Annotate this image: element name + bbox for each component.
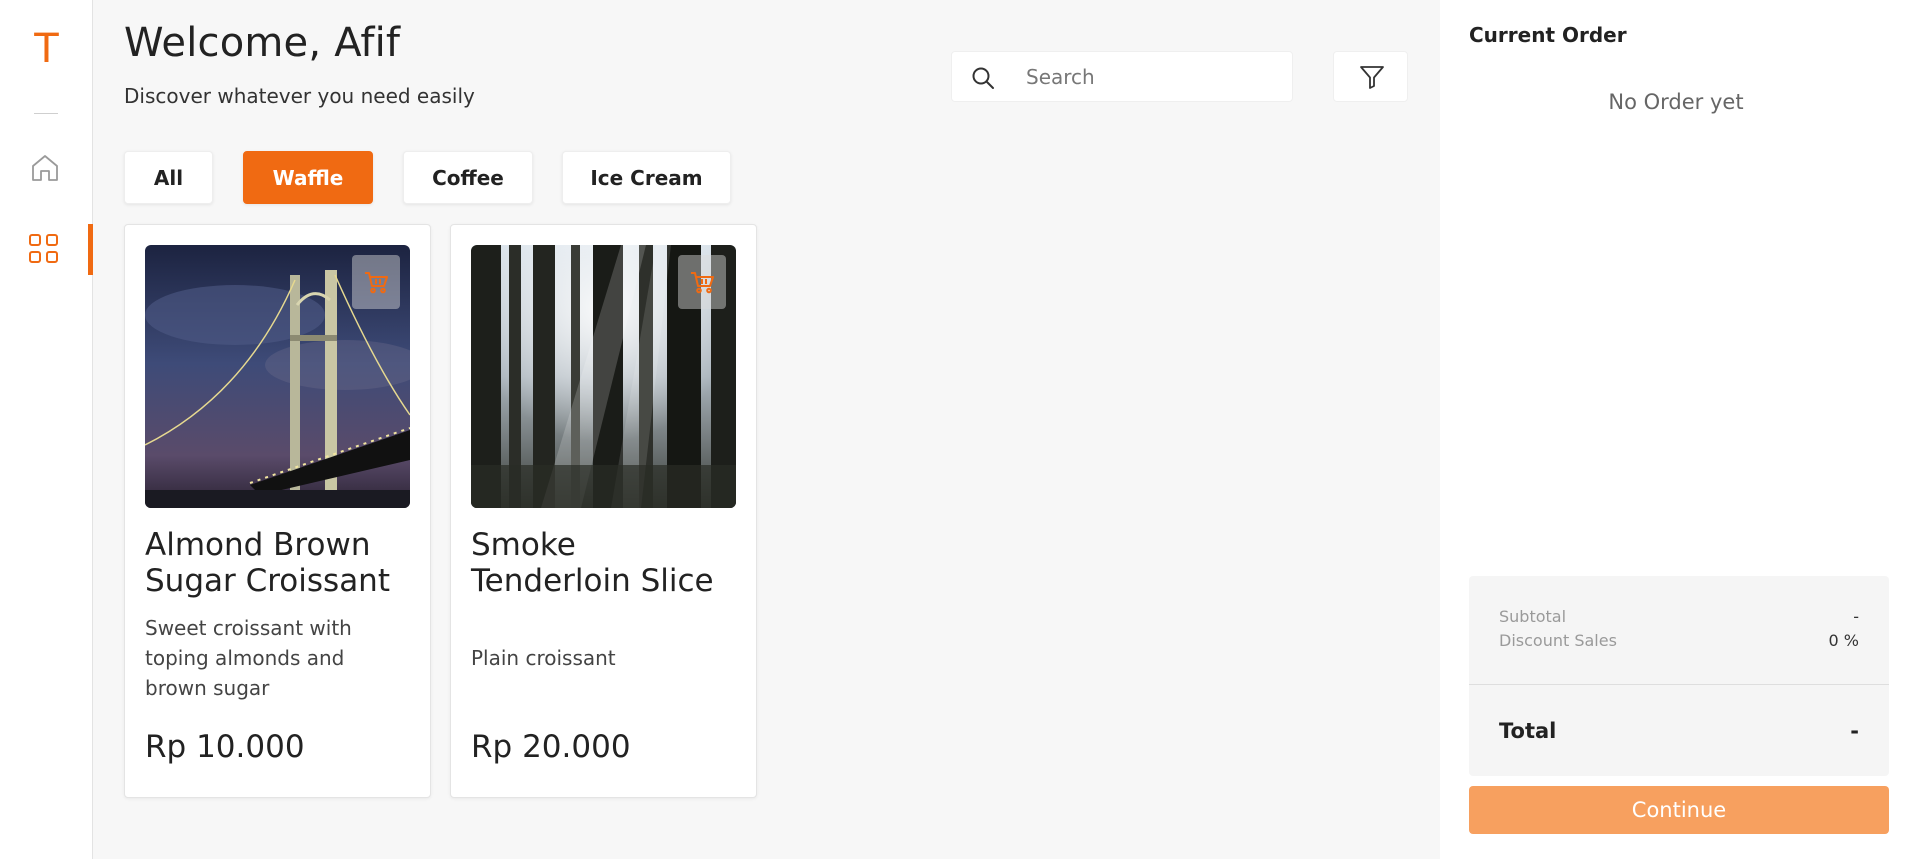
product-description: Sweet croissant with toping almonds and … (145, 616, 352, 700)
tab-waffle[interactable]: Waffle (243, 151, 373, 204)
order-title: Current Order (1469, 23, 1627, 47)
product-description: Plain croissant (471, 646, 616, 670)
total-label: Total (1499, 719, 1557, 743)
add-to-cart-button[interactable] (678, 255, 726, 309)
search-box (951, 51, 1293, 102)
subtotal-row: Subtotal - (1499, 607, 1859, 626)
add-to-cart-button[interactable] (352, 255, 400, 309)
home-icon[interactable] (29, 152, 61, 184)
discount-label: Discount Sales (1499, 631, 1617, 650)
total-value: - (1850, 719, 1859, 743)
subtotal-value: - (1853, 607, 1859, 626)
product-card[interactable]: Almond Brown Sugar Croissant Sweet crois… (124, 224, 431, 798)
product-price: Rp 10.000 (145, 729, 305, 765)
active-nav-indicator (88, 224, 93, 275)
product-name: Almond Brown Sugar Croissant (145, 527, 390, 599)
empty-order-text: No Order yet (1608, 90, 1744, 114)
product-image (145, 245, 410, 508)
grid-icon[interactable] (28, 233, 60, 265)
cart-icon (691, 272, 714, 294)
page-subtitle: Discover whatever you need easily (124, 84, 475, 108)
discount-value: 0 % (1828, 631, 1859, 650)
filter-icon (1360, 66, 1384, 89)
product-card[interactable]: Smoke Tenderloin Slice Plain croissant R… (450, 224, 757, 798)
search-icon (970, 65, 996, 91)
page-title: Welcome, Afif (124, 20, 401, 66)
product-price: Rp 20.000 (471, 729, 631, 765)
tab-ice-cream[interactable]: Ice Cream (562, 151, 731, 204)
cart-icon (365, 272, 388, 294)
discount-row: Discount Sales 0 % (1499, 631, 1859, 650)
app-logo: T (34, 26, 59, 72)
order-panel: Current Order No Order yet Subtotal - Di… (1440, 0, 1912, 859)
tab-all[interactable]: All (124, 151, 213, 204)
summary-divider (1469, 684, 1889, 685)
sidebar: T (0, 0, 93, 859)
subtotal-label: Subtotal (1499, 607, 1567, 626)
app-root: T Welcome, Afif Discover whatever you ne… (0, 0, 1912, 859)
search-input[interactable] (1026, 52, 1276, 101)
total-row: Total - (1499, 719, 1859, 743)
sidebar-divider (34, 113, 58, 114)
filter-button[interactable] (1333, 51, 1408, 102)
product-image (471, 245, 736, 508)
continue-button[interactable]: Continue (1469, 786, 1889, 834)
order-summary: Subtotal - Discount Sales 0 % Total - (1469, 576, 1889, 776)
product-name: Smoke Tenderloin Slice (471, 527, 714, 599)
tab-coffee[interactable]: Coffee (403, 151, 533, 204)
